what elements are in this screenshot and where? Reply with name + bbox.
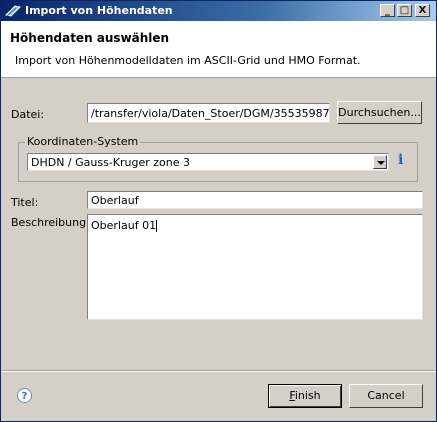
- titel-label: Titel:: [11, 196, 39, 209]
- datei-label: Datei:: [11, 108, 45, 121]
- datei-input[interactable]: /transfer/viola/Daten_Stoer/DGM/35535987…: [87, 103, 330, 123]
- footer-separator: [1, 370, 436, 372]
- close-button[interactable]: X: [415, 4, 430, 17]
- koordinaten-select[interactable]: DHDN / Gauss-Kruger zone 3: [27, 153, 389, 171]
- maximize-button[interactable]: □: [397, 4, 412, 17]
- titel-input[interactable]: Oberlauf: [87, 191, 423, 209]
- koordinaten-selected-value: DHDN / Gauss-Kruger zone 3: [31, 156, 191, 169]
- title-bar[interactable]: Import von Höhendaten _ □ X: [1, 1, 436, 21]
- help-icon[interactable]: ?: [17, 388, 32, 403]
- text-caret: [156, 220, 158, 232]
- chevron-down-icon[interactable]: [373, 155, 387, 169]
- window-title: Import von Höhendaten: [25, 4, 173, 17]
- koordinaten-legend: Koordinaten-System: [25, 135, 141, 148]
- cancel-button[interactable]: Cancel: [349, 384, 423, 408]
- finish-label-rest: inish: [294, 389, 321, 402]
- info-icon[interactable]: i: [398, 152, 403, 168]
- page-title: Höhendaten auswählen: [10, 31, 170, 45]
- finish-button[interactable]: Finish: [268, 384, 342, 408]
- beschreibung-text: Oberlauf 01: [91, 219, 157, 232]
- beschreibung-label: Beschreibung:: [11, 216, 90, 229]
- beschreibung-textarea[interactable]: Oberlauf 01: [87, 214, 423, 320]
- page-description: Import von Höhenmodelldaten im ASCII-Gri…: [15, 54, 361, 67]
- app-icon: [5, 5, 21, 17]
- header-panel: Höhendaten auswählen Import von Höhenmod…: [1, 21, 436, 78]
- import-dialog: Import von Höhendaten _ □ X Höhendaten a…: [0, 0, 437, 422]
- minimize-button[interactable]: _: [380, 4, 395, 17]
- browse-button[interactable]: Durchsuchen...: [337, 101, 422, 124]
